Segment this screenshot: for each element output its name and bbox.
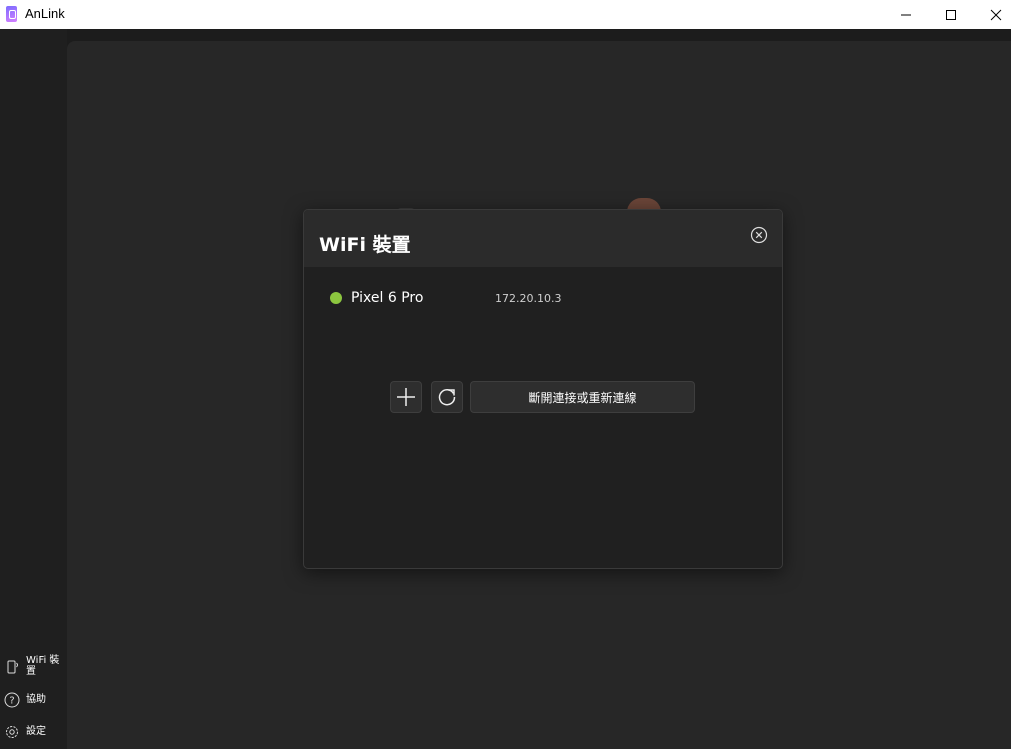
refresh-button[interactable]	[431, 381, 463, 413]
help-icon: ?	[4, 692, 20, 708]
close-icon	[990, 9, 1002, 20]
title-bar: AnLink	[0, 0, 1011, 29]
status-indicator	[330, 292, 342, 304]
device-name: Pixel 6 Pro	[351, 290, 424, 306]
maximize-icon	[946, 9, 956, 20]
plus-icon	[397, 388, 415, 406]
gear-icon	[6, 726, 18, 738]
sidebar-item-settings[interactable]: 設定	[0, 721, 67, 743]
minimize-button[interactable]	[883, 0, 929, 29]
sidebar-item-help[interactable]: ? 協助	[0, 689, 67, 711]
device-list-item[interactable]: Pixel 6 Pro 172.20.10.3	[304, 286, 782, 310]
add-device-button[interactable]	[390, 381, 422, 413]
sidebar-item-label: 協助	[26, 694, 46, 705]
device-ip: 172.20.10.3	[495, 292, 562, 305]
close-dialog-icon[interactable]	[750, 226, 768, 244]
phone-icon	[7, 660, 18, 674]
dialog-title: WiFi 裝置	[319, 234, 411, 256]
sidebar-item-label: 設定	[26, 726, 46, 737]
refresh-icon	[438, 389, 456, 406]
sidebar-item-label: WiFi 裝置	[26, 655, 60, 677]
sidebar-item-wifi-devices[interactable]: WiFi 裝置	[0, 653, 67, 681]
maximize-button[interactable]	[928, 0, 974, 29]
app-logo-icon	[6, 6, 17, 22]
close-window-button[interactable]	[973, 0, 1011, 29]
wifi-devices-dialog: WiFi 裝置 Pixel 6 Pro 172.20.10.3 斷開連接或重新連…	[303, 209, 783, 569]
minimize-icon	[901, 14, 911, 15]
dialog-header: WiFi 裝置	[304, 210, 782, 267]
svg-text:?: ?	[9, 696, 14, 707]
window-title: AnLink	[25, 6, 65, 21]
sidebar: WiFi 裝置 ? 協助 設定	[0, 29, 67, 749]
reconnect-button[interactable]: 斷開連接或重新連線	[470, 381, 695, 413]
